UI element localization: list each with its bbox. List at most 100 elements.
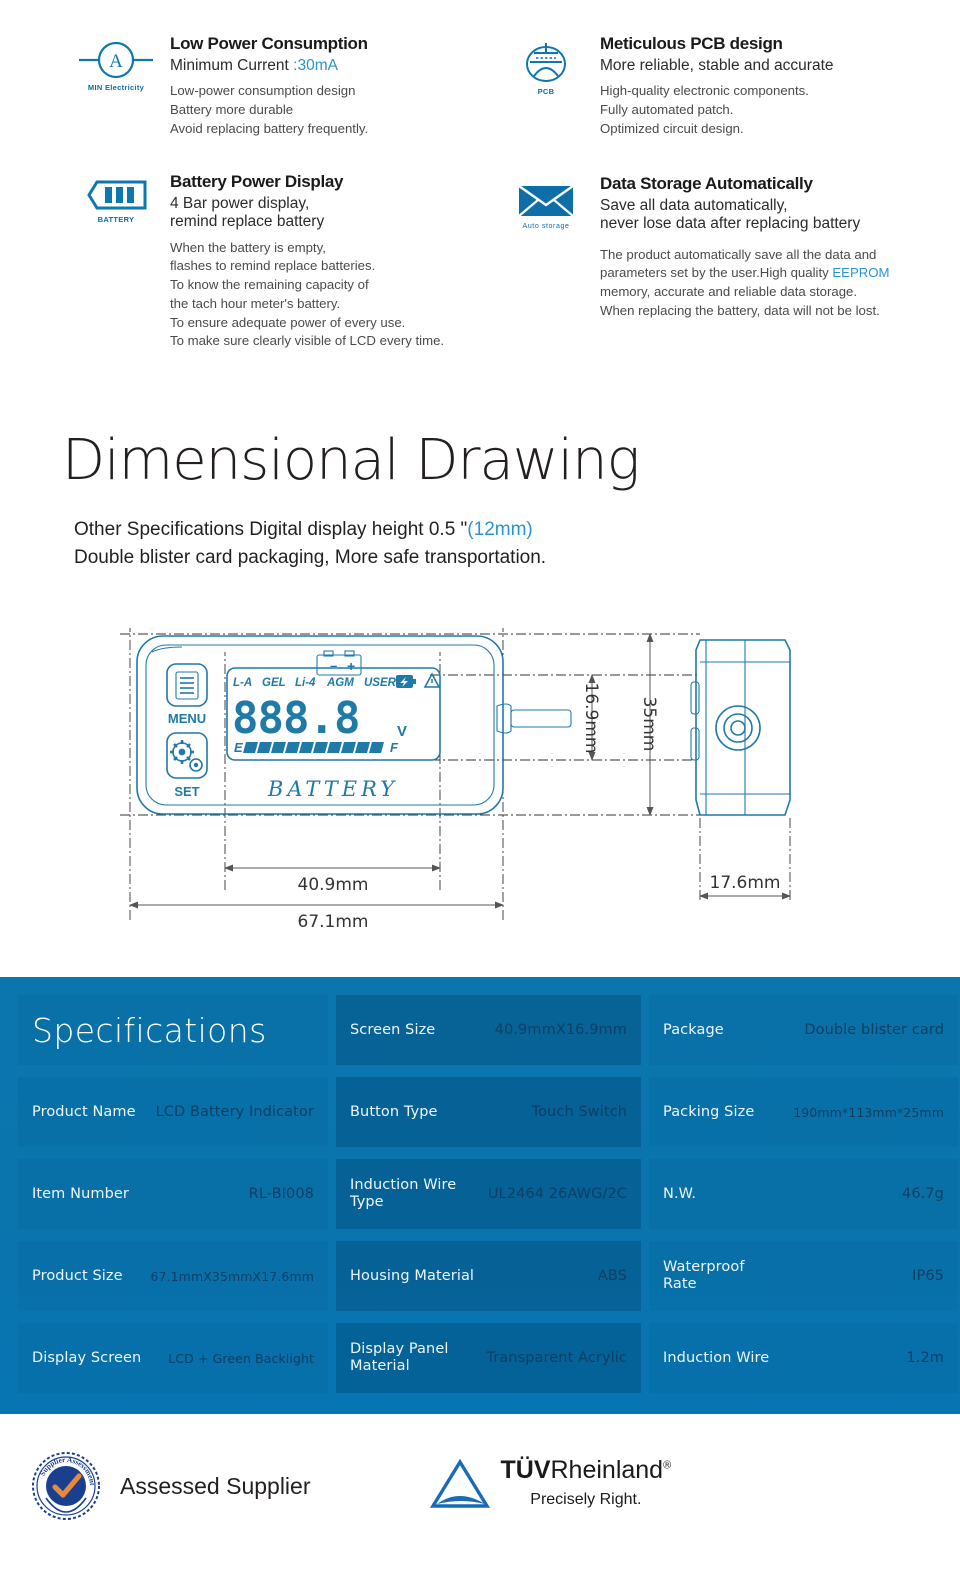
feature-lines: When the battery is empty, flashes to re… <box>170 239 502 351</box>
lcd-screen: L-A GEL Li-4 AGM USER 888.8 V E F <box>226 667 441 761</box>
icon-caption: PCB <box>537 87 555 96</box>
spec-label: Induction Wire Type <box>350 1177 457 1210</box>
gauge-empty-label: E <box>234 740 243 755</box>
feature-line: flashes to remind replace batteries. <box>170 258 376 274</box>
tuv-registered-mark: ® <box>663 1459 672 1472</box>
lcd-mode-la: L-A <box>233 677 252 689</box>
tuv-rest: Rheinland <box>550 1456 664 1484</box>
feature-icon-wrap: Auto storage <box>492 174 600 321</box>
feature-line: Fully automated patch. <box>600 102 734 118</box>
spec-value: IP65 <box>912 1268 944 1284</box>
device-brand-label: BATTERY <box>267 777 398 801</box>
feature-line-highlight: EEPROM <box>832 265 890 281</box>
gauge-full-label: F <box>390 740 399 755</box>
feature-low-power: A MIN Electricity Low Power Consumption … <box>62 34 482 138</box>
feature-line: To make sure clearly visible of LCD ever… <box>170 333 445 349</box>
spec-label: Display Panel Material <box>350 1341 449 1374</box>
feature-line: The product automatically save all the d… <box>600 246 877 262</box>
charging-bolt-icon <box>396 675 416 688</box>
dimension-17-6mm: 17.6mm <box>699 873 791 900</box>
dimension-35mm: 35mm <box>639 633 659 816</box>
spec-value: LCD + Green Backlight <box>168 1350 314 1366</box>
spec-value: 46.7g <box>902 1186 944 1202</box>
spec-value: UL2464 26AWG/2C <box>487 1186 627 1202</box>
feature-pcb-design: PCB Meticulous PCB design More reliable,… <box>492 34 932 138</box>
feature-line: When the battery is empty, <box>170 239 326 255</box>
feature-subtitle: Minimum Current :30mA <box>170 57 482 75</box>
dimension-16-9mm: 16.9mm <box>581 674 601 761</box>
tuv-triangle-icon <box>429 1458 490 1508</box>
lcd-mode-gel: GEL <box>262 677 286 689</box>
feature-line: Avoid replacing battery frequently. <box>170 120 369 136</box>
subtitle-line-2: Double blister card packaging, More safe… <box>74 546 547 568</box>
spec-row-button-type: Button Type Touch Switch <box>336 1077 641 1147</box>
spec-value: 190mm*113mm*25mm <box>793 1104 944 1120</box>
feature-battery-display: BATTERY Battery Power Display 4 Bar powe… <box>62 172 502 351</box>
spec-label: Packing Size <box>663 1103 755 1120</box>
feature-lines: The product automatically save all the d… <box>600 246 932 321</box>
svg-text:+: + <box>347 658 355 674</box>
device-side-view <box>690 639 791 816</box>
spec-row-induction-wire-type: Induction Wire Type UL2464 26AWG/2C <box>336 1159 641 1229</box>
feature-line: Battery more durable <box>170 102 294 118</box>
subtitle-highlight: (12mm) <box>467 519 533 540</box>
feature-subtitle: More reliable, stable and accurate <box>600 57 834 74</box>
feature-subtitle-highlight: :30mA <box>293 57 338 74</box>
subtitle-line-1: Other Specifications Digital display hei… <box>74 516 546 544</box>
device-drawing: .ln { fill:none; stroke:#1f7aa8; stroke-… <box>0 600 960 960</box>
lcd-digits: 888.8 <box>232 693 359 744</box>
specifications-grid: Specifications Screen Size 40.9mmX16.9mm… <box>18 989 958 1399</box>
spec-row-package: Package Double blister card <box>649 995 958 1065</box>
spec-row-packing-size: Packing Size 190mm*113mm*25mm <box>649 1077 958 1147</box>
feature-data-storage: Auto storage Data Storage Automatically … <box>492 174 932 321</box>
dimension-label: 16.9mm <box>581 683 601 754</box>
battery-icon <box>87 180 147 210</box>
set-button[interactable]: SET <box>166 732 208 799</box>
feature-icon-wrap: PCB <box>492 34 600 138</box>
menu-button[interactable]: MENU <box>166 663 208 726</box>
tuv-name: TÜVRheinland® <box>501 1458 672 1483</box>
spec-label: Button Type <box>350 1103 438 1120</box>
tuv-text-block: TÜVRheinland® Precisely Right. <box>501 1458 672 1509</box>
feature-subtitle: Save all data automatically, never lose … <box>600 197 932 234</box>
spec-label: Housing Material <box>350 1267 475 1284</box>
feature-line: Optimized circuit design. <box>600 120 744 136</box>
spec-row-display-screen: Display Screen LCD + Green Backlight <box>18 1323 328 1393</box>
svg-text:A: A <box>109 51 123 72</box>
feature-line: When replacing the battery, data will no… <box>600 302 880 318</box>
assessed-supplier-block: Supplier Assessment Assessed Supplier <box>30 1450 311 1522</box>
feature-line: To know the remaining capacity of <box>170 277 369 293</box>
gauge-bars <box>243 742 384 753</box>
spec-value: 1.2m <box>906 1350 944 1366</box>
feature-subtitle-line1: 4 Bar power display, <box>170 195 310 212</box>
spec-value: LCD Battery Indicator <box>155 1104 314 1120</box>
lcd-mode-agm: AGM <box>326 677 354 689</box>
dimensional-drawing-heading: Dimensional Drawing <box>62 428 640 493</box>
tuv-rheinland-block: TÜVRheinland® Precisely Right. <box>429 1458 672 1514</box>
footer-content: Supplier Assessment Assessed Supplier TÜ… <box>0 1450 960 1522</box>
spec-row-item-number: Item Number RL-BI008 <box>18 1159 328 1229</box>
spec-label: Package <box>663 1021 724 1038</box>
spec-label: Item Number <box>32 1185 129 1202</box>
feature-body: Low Power Consumption Minimum Current :3… <box>170 34 482 138</box>
feature-subtitle-line2: remind replace battery <box>170 213 325 231</box>
spec-label: Product Name <box>32 1103 136 1120</box>
spec-label: Induction Wire <box>663 1349 770 1366</box>
feature-body: Data Storage Automatically Save all data… <box>600 174 932 321</box>
icon-caption: MIN Electricity <box>87 83 145 92</box>
warning-icon <box>423 672 441 688</box>
spec-row-display-panel-material: Display Panel Material Transparent Acryl… <box>336 1323 641 1393</box>
feature-subtitle-line1: Save all data automatically, <box>600 197 788 214</box>
spec-row-induction-wire: Induction Wire 1.2m <box>649 1323 958 1393</box>
spec-row-waterproof-rate: Waterproof Rate IP65 <box>649 1241 958 1311</box>
feature-subtitle-main: Minimum Current <box>170 57 294 74</box>
specifications-title: Specifications <box>32 1010 267 1050</box>
dimension-label: 17.6mm <box>710 873 781 893</box>
spec-row-net-weight: N.W. 46.7g <box>649 1159 958 1229</box>
icon-caption: Auto storage <box>522 223 570 230</box>
spec-label: Product Size <box>32 1267 123 1284</box>
tuv-bold: TÜV <box>500 1456 551 1484</box>
spec-value: Touch Switch <box>531 1104 627 1120</box>
feature-line: parameters set by the user.High quality … <box>600 264 932 283</box>
menu-label: MENU <box>168 711 206 726</box>
